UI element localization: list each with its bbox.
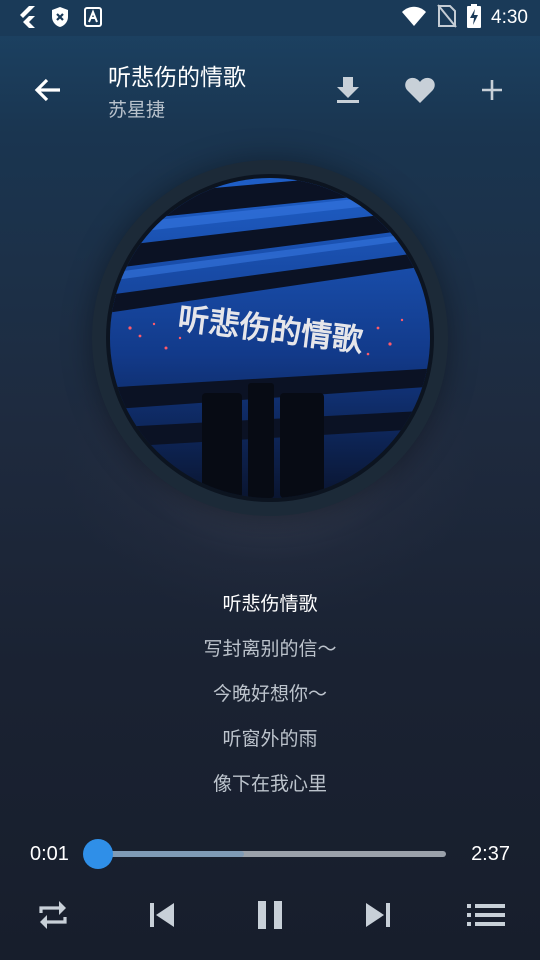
lyric-line: 听悲伤情歌	[222, 593, 318, 615]
heart-icon	[405, 77, 435, 103]
album-art[interactable]: 听悲伤的情歌	[110, 178, 430, 498]
total-time: 2:37	[471, 843, 510, 865]
pause-button[interactable]	[245, 890, 295, 940]
lyric-line: 今晚好想你～	[212, 683, 327, 705]
song-artist: 苏星捷	[108, 99, 166, 121]
lyrics-panel: 听悲伤情歌 写封离别的信～ 今晚好想你～ 听窗外的雨 像下在我心里	[0, 588, 540, 813]
next-button[interactable]	[353, 890, 403, 940]
back-button[interactable]	[28, 70, 68, 110]
arrow-left-icon	[34, 78, 60, 102]
lyric-line: 像下在我心里	[212, 773, 327, 795]
add-button[interactable]	[470, 68, 514, 112]
next-icon	[366, 903, 390, 927]
previous-button[interactable]	[137, 890, 187, 940]
album-cover-image: 听悲伤的情歌	[110, 178, 430, 498]
wifi-icon	[401, 5, 427, 31]
android-icon	[84, 7, 102, 31]
playlist-button[interactable]	[461, 890, 511, 940]
pause-icon	[258, 901, 282, 929]
add-icon	[482, 80, 502, 100]
progress-slider[interactable]	[83, 839, 446, 869]
status-time: 4:30	[491, 7, 528, 28]
download-icon	[337, 77, 359, 103]
repeat-icon	[39, 901, 67, 929]
download-button[interactable]	[326, 68, 370, 112]
status-bar: 4:30	[0, 0, 540, 36]
flutter-icon	[18, 6, 36, 32]
playlist-icon	[467, 904, 505, 926]
song-title: 听悲伤的情歌	[108, 65, 246, 91]
progress-thumb[interactable]	[83, 839, 113, 869]
battery-charging-icon	[467, 4, 482, 32]
previous-icon	[150, 903, 174, 927]
lyric-line: 听窗外的雨	[222, 728, 318, 750]
no-sim-icon	[437, 4, 457, 32]
buffered-bar	[98, 851, 245, 857]
favorite-button[interactable]	[398, 68, 442, 112]
repeat-button[interactable]	[28, 890, 78, 940]
current-time: 0:01	[30, 843, 69, 865]
lyric-line: 写封离别的信～	[203, 638, 337, 660]
shield-x-icon	[50, 6, 70, 32]
